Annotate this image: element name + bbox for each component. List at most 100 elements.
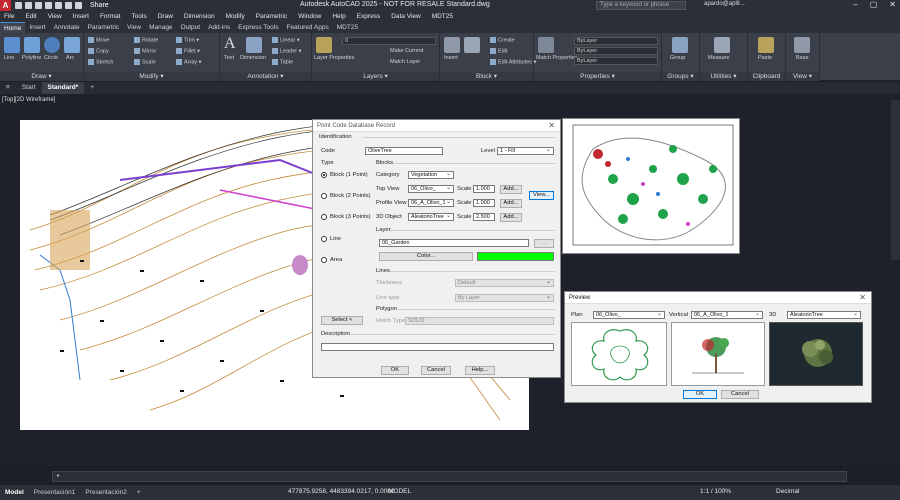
vertical-select[interactable]: 06_A_Olivo_1 (691, 311, 763, 319)
color-button[interactable]: Color... (379, 252, 473, 261)
tab-annotate[interactable]: Annotate (50, 22, 84, 33)
current-layer-dropdown[interactable]: 0 (342, 37, 436, 45)
menu-draw[interactable]: Draw (158, 13, 173, 20)
app-menu-icon[interactable]: ≡ (0, 82, 16, 94)
menu-view[interactable]: View (48, 13, 62, 20)
clipboard-panel-title[interactable]: Clipboard (748, 72, 785, 81)
menu-parametric[interactable]: Parametric (256, 13, 287, 20)
linear-button[interactable]: Linear ▾ (272, 37, 300, 43)
type-radio-line[interactable] (321, 236, 327, 242)
measure-icon[interactable] (714, 37, 730, 53)
menu-data-view[interactable]: Data View (391, 13, 421, 20)
lineweight-dropdown[interactable]: ByLayer (574, 57, 658, 65)
scale-3d-input[interactable]: 2.500 (473, 213, 495, 221)
doc-tab-start[interactable]: Start (16, 82, 42, 94)
layout-tab-model[interactable]: Model (0, 489, 29, 496)
tab-output[interactable]: Output (177, 22, 205, 33)
group-icon[interactable] (672, 37, 688, 53)
create-block-button[interactable]: Create (490, 37, 515, 43)
doc-tab-standard[interactable]: Standard* (41, 82, 85, 94)
add-3d-object-button[interactable]: Add... (500, 213, 522, 222)
arc-icon[interactable] (64, 37, 80, 53)
print-icon[interactable] (55, 2, 62, 9)
menu-tools[interactable]: Tools (132, 13, 147, 20)
help-button[interactable]: Help... (465, 366, 495, 375)
insert-block-icon[interactable] (444, 37, 460, 53)
detect-icon[interactable] (464, 37, 480, 53)
color-dropdown[interactable]: ByLayer (574, 37, 658, 45)
cancel-button[interactable]: Cancel (421, 366, 451, 375)
scale-button[interactable]: Scale (134, 59, 156, 65)
hatch-type-input[interactable]: SOLID (405, 317, 554, 325)
autocad-logo[interactable]: A (0, 0, 11, 11)
paste-button[interactable]: Paste (758, 55, 772, 61)
layer-properties-button[interactable]: Layer Properties (314, 55, 354, 61)
garden-plan-sheet[interactable] (562, 118, 740, 254)
linetype-select[interactable]: By Layer (455, 294, 554, 302)
new-file-icon[interactable] (15, 2, 22, 9)
view-panel-title[interactable]: View ▾ (786, 72, 819, 81)
group-button[interactable]: Group (670, 55, 685, 61)
maximize-icon[interactable]: ▢ (870, 0, 878, 9)
trim-button[interactable]: Trim ▾ (176, 37, 199, 43)
menu-file[interactable]: File (4, 13, 14, 20)
edit-block-button[interactable]: Edit (490, 48, 507, 54)
layout-tab-presentacion1[interactable]: Presentación1 (29, 489, 81, 496)
preview-close-icon[interactable]: ✕ (859, 293, 866, 302)
preview-ok-button[interactable]: OK (683, 390, 717, 399)
fillet-button[interactable]: Fillet ▾ (176, 48, 200, 54)
viewport-label[interactable]: [Top][2D Wireframe] (2, 97, 55, 103)
type-radio-block-2[interactable] (321, 193, 327, 199)
navigation-bar[interactable] (891, 100, 900, 260)
linetype-dropdown[interactable]: ByLayer (574, 47, 658, 55)
category-select[interactable]: Vegetation (408, 171, 454, 179)
thickness-select[interactable]: Default (455, 279, 554, 287)
array-button[interactable]: Array ▾ (176, 59, 201, 65)
match-layer-button[interactable]: Match Layer (390, 59, 420, 65)
properties-panel-title[interactable]: Properties ▾ (534, 72, 661, 81)
leader-button[interactable]: Leader ▾ (272, 48, 301, 54)
insert-button[interactable]: Insert (444, 55, 458, 61)
type-radio-area[interactable] (321, 257, 327, 263)
block-panel-title[interactable]: Block ▾ (440, 72, 533, 81)
menu-insert[interactable]: Insert (73, 13, 89, 20)
line-button[interactable]: Line (4, 55, 14, 61)
groups-panel-title[interactable]: Groups ▾ (662, 72, 699, 81)
move-button[interactable]: Move (88, 37, 109, 43)
redo-icon[interactable] (75, 2, 82, 9)
scale-profile-input[interactable]: 1.000 (473, 199, 495, 207)
preview-cancel-button[interactable]: Cancel (721, 390, 759, 399)
layers-panel-title[interactable]: Layers ▾ (312, 72, 439, 81)
base-button[interactable]: Base (796, 55, 809, 61)
tab-parametric[interactable]: Parametric (84, 22, 123, 33)
draw-panel-title[interactable]: Draw ▾ (0, 72, 83, 81)
text-icon[interactable]: A (224, 36, 240, 52)
polyline-button[interactable]: Polyline (22, 55, 41, 61)
menu-help[interactable]: Help (332, 13, 345, 20)
tab-home[interactable]: Home (0, 22, 26, 33)
tab-manage[interactable]: Manage (145, 22, 177, 33)
match-properties-button[interactable]: Match Properties (536, 55, 578, 61)
dimension-button[interactable]: Dimension (240, 55, 266, 61)
user-account[interactable]: apardo@aplit... (704, 1, 745, 7)
undo-icon[interactable] (65, 2, 72, 9)
layer-browse-button[interactable]: ... (534, 239, 554, 248)
type-radio-block-1[interactable] (321, 172, 327, 178)
layer-properties-icon[interactable] (316, 37, 332, 53)
paste-icon[interactable] (758, 37, 774, 53)
code-input[interactable]: OliveTree (365, 147, 443, 155)
units-display[interactable]: Decimal (776, 488, 799, 495)
description-input[interactable] (321, 343, 554, 351)
command-line-input[interactable]: ▸ (52, 471, 847, 482)
text-button[interactable]: Text (224, 55, 234, 61)
table-button[interactable]: Table (272, 59, 293, 65)
menu-edit[interactable]: Edit (25, 13, 36, 20)
tab-mdt25[interactable]: MDT25 (333, 22, 362, 33)
save-icon[interactable] (35, 2, 42, 9)
coordinates-readout[interactable]: 477875.9258, 4483394.0217, 0.0000 (288, 488, 395, 495)
copy-button[interactable]: Copy (88, 48, 109, 54)
menu-mdt25[interactable]: MDT25 (432, 13, 453, 20)
share-button[interactable]: Share (90, 2, 109, 9)
polyline-icon[interactable] (24, 37, 40, 53)
new-tab-button[interactable]: + (84, 82, 100, 94)
